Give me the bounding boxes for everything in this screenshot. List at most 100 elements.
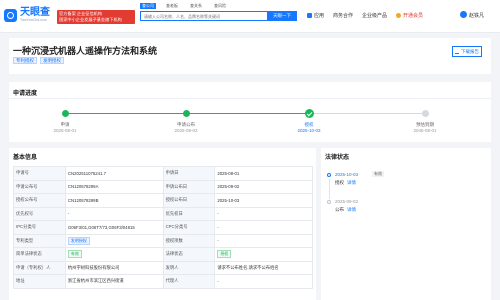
info-value-cell: 发明授权 [64,233,164,248]
table-row: 申请号 CN202511075241.7 申请日 2025-08-01 [13,166,313,181]
nav-app[interactable]: 应用 [307,12,324,19]
search-tabs: 查公司 查老板 查关系 查风险 [140,3,236,9]
legal-status-badge: 授权 [217,250,232,259]
site-logo[interactable]: 天眼查 TianYanCha.com [4,8,50,23]
top-bar: 天眼查 TianYanCha.com 官方备案 企业征信机构 国家中小企业发展子… [0,0,500,33]
info-value: - [214,220,313,235]
title-card: 一种沉浸式机器人遥操作方法和系统 专利授权 发明授权 下载报告 [9,38,491,74]
table-row: 申请公布号 CN120578299A 申请公布日 2025-09-02 [13,179,313,194]
info-value: - [214,233,313,248]
info-value: G06F3/01,G06T7/73,G06F3/04815 [64,220,164,235]
title-tags: 专利授权 发明授权 [13,57,67,64]
info-value: - [214,206,313,221]
download-label: 下载报告 [461,48,479,54]
search-tab-boss[interactable]: 查老板 [164,3,180,9]
info-key: 申请（专利权）人 [13,260,66,275]
table-row: 专利类型 发明授权 授权项数 - [13,233,313,248]
info-key: 授权公布日 [162,193,216,208]
nav-vip[interactable]: 开通会员 [396,12,423,19]
info-value: 浙江省杭州市滨江区西兴街道 [64,274,164,289]
table-row: 申请（专利权）人 杭州宇树科技股份有限公司 发明人 请求不公布姓名,请求不公布姓… [13,260,313,275]
table-row: IPC分类号 G06F3/01,G06T7/73,G06F3/04815 CPC… [13,220,313,235]
step-date-apply: 2025-08-01 [53,128,77,133]
info-value: 2025-09-02 [214,179,313,194]
legal-detail-link[interactable]: 详情 [347,180,356,185]
progress-track-pending [309,113,425,114]
info-key: 授权项数 [162,233,216,248]
legal-date: 2025-09-02 [335,199,359,204]
legal-desc: 授权 详情 [335,180,356,186]
info-key: 法律状态 [162,247,216,262]
info-key: IPC分类号 [13,220,66,235]
patent-type-badge: 发明授权 [67,236,90,245]
info-key: 申请号 [13,166,66,181]
username[interactable]: 赵铁凡 [469,12,484,19]
legal-desc-text: 公布 [335,207,344,212]
nav-business-label: 商务合作 [333,13,354,19]
applicant-link[interactable]: 杭州宇树科技股份有限公司 [64,260,164,275]
promo-line-2: 国家中小企业发展子基金旗下机构 [59,17,122,22]
info-value: - [64,206,164,221]
nav-enterprise-label: 企业级产品 [362,13,388,19]
search-tab-relation[interactable]: 查关系 [188,3,204,9]
info-key: 专利类型 [13,233,66,248]
step-date-expire: 2045-08-01 [413,128,437,133]
info-value: CN120578299B [64,193,164,208]
download-report-button[interactable]: 下载报告 [452,46,482,57]
logo-subtitle: TianYanCha.com [20,18,47,22]
avatar[interactable] [460,11,467,18]
nav-enterprise[interactable]: 企业级产品 [362,12,387,19]
step-date-publish: 2025-09-02 [174,128,198,133]
timeline-dot [327,200,331,204]
tag-invention-grant: 发明授权 [40,57,64,64]
legal-detail-link[interactable]: 详情 [347,207,356,212]
info-key: 地址 [13,274,66,289]
step-dot-publish [183,110,190,117]
app-icon [307,13,312,18]
info-key: 申请日 [162,166,216,181]
progress-card: 申请进度 申请 2025-08-01 申请公布 2025-09-02 授权 20… [9,82,491,142]
timeline-dot [327,173,331,177]
promo-banner[interactable]: 官方备案 企业征信机构 国家中小企业发展子基金旗下机构 [57,10,135,24]
top-nav: 应用 商务合作 企业级产品 开通会员 [307,12,432,19]
info-value: 请求不公布姓名,请求不公布姓名 [214,260,313,275]
basic-info-title: 基本信息 [13,155,38,161]
info-value: - [214,274,313,289]
nav-business[interactable]: 商务合作 [333,12,353,19]
step-date-grant: 2025-10-03 [297,128,321,133]
info-value: 2025-10-03 [214,193,313,208]
info-value: 2025-08-01 [214,166,313,181]
search-tab-company[interactable]: 查公司 [140,3,156,9]
legal-desc: 公布 详情 [335,207,356,213]
search-input[interactable] [144,12,264,20]
info-value-cell: 有效 [64,247,164,262]
logo-icon [4,9,17,22]
legal-item: 2025-09-02 公布 详情 [327,199,487,219]
table-row: 地址 浙江省杭州市滨江区西兴街道 代理人 - [13,274,313,289]
info-key: 简单法律状态 [13,247,66,262]
info-key: 授权公布号 [13,193,66,208]
nav-vip-label: 开通会员 [403,13,424,19]
legal-item: 2025-10-03 有效 授权 详情 [327,171,487,192]
search-button[interactable]: 天眼一下 [267,11,297,21]
search-tab-risk[interactable]: 查风险 [212,3,228,9]
info-value-cell: 授权 [214,247,313,262]
legal-badge: 有效 [372,171,384,177]
crown-icon [396,13,402,18]
legal-status-card: 法律状态 2025-10-03 有效 授权 详情 2025-09-02 公布 详情 [321,148,491,300]
table-row: 优先权号 - 优先权日 - [13,206,313,221]
step-dot-expire [422,110,429,117]
logo-title: 天眼查 [20,7,50,18]
download-icon [455,50,459,54]
info-key: 代理人 [162,274,216,289]
info-key: 优先权号 [13,206,66,221]
timeline-line [329,179,330,199]
legal-desc-text: 授权 [335,180,344,185]
nav-app-label: 应用 [314,13,325,19]
legal-status-title: 法律状态 [325,155,350,161]
info-key: 申请公布日 [162,179,216,194]
info-key: 优先权日 [162,206,216,221]
table-row: 简单法律状态 有效 法律状态 授权 [13,247,313,262]
page-title: 一种沉浸式机器人遥操作方法和系统 [13,46,158,56]
step-check-icon [305,109,314,118]
